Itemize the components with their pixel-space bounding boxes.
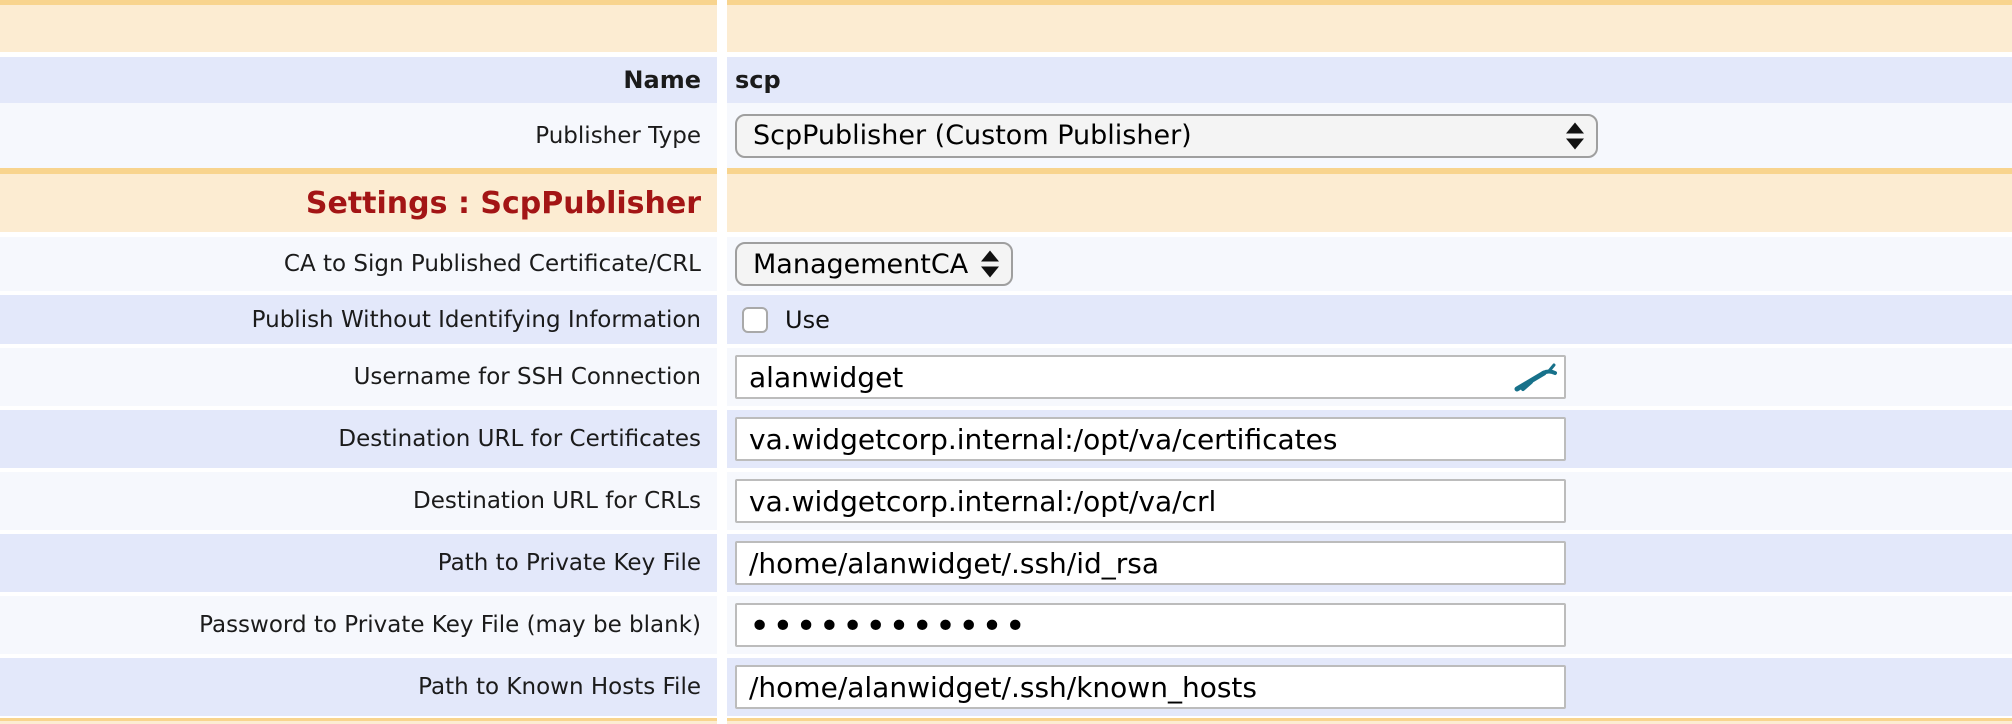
publisher-type-selected-option: ScpPublisher (Custom Publisher): [753, 120, 1192, 151]
anonymize-row: Publish Without Identifying Information …: [0, 295, 2012, 344]
cert-destination-input[interactable]: [735, 417, 1566, 461]
table-footer-band: [0, 718, 2012, 724]
table-footer-band-right: [727, 718, 2012, 724]
crl-destination-input[interactable]: [735, 479, 1566, 523]
private-key-path-row: Path to Private Key File: [0, 534, 2012, 592]
ssh-username-label: Username for SSH Connection: [0, 348, 717, 406]
ssh-username-row: Username for SSH Connection: [0, 348, 2012, 406]
known-hosts-path-input[interactable]: [735, 665, 1566, 709]
ca-sign-row: CA to Sign Published Certificate/CRL Man…: [0, 237, 2012, 291]
private-key-path-label: Path to Private Key File: [0, 534, 717, 592]
publisher-edit-table: Name scp Publisher Type ScpPublisher (Cu…: [0, 0, 2012, 724]
private-key-password-row: Password to Private Key File (may be bla…: [0, 596, 2012, 654]
known-hosts-path-row: Path to Known Hosts File: [0, 658, 2012, 716]
select-spinner-icon: [981, 251, 999, 278]
publisher-type-label: Publisher Type: [0, 103, 717, 168]
select-spinner-icon: [1566, 122, 1584, 149]
known-hosts-path-label: Path to Known Hosts File: [0, 658, 717, 716]
crl-destination-row: Destination URL for CRLs: [0, 472, 2012, 530]
settings-section-heading: Settings : ScpPublisher: [0, 168, 717, 232]
private-key-password-input[interactable]: [735, 603, 1566, 647]
name-label: Name: [0, 57, 717, 103]
publisher-type-select[interactable]: ScpPublisher (Custom Publisher): [735, 114, 1598, 158]
arrow-down-icon: [981, 267, 999, 278]
table-header-band-right: [727, 0, 2012, 52]
use-checkbox-label: Use: [785, 306, 830, 334]
table-header-band-left: [0, 0, 717, 52]
settings-section-band-right: [727, 168, 2012, 232]
ca-sign-select[interactable]: ManagementCA: [735, 242, 1013, 286]
ca-sign-label: CA to Sign Published Certificate/CRL: [0, 237, 717, 291]
arrow-down-icon: [1566, 138, 1584, 149]
cert-destination-label: Destination URL for Certificates: [0, 410, 717, 468]
private-key-password-label: Password to Private Key File (may be bla…: [0, 596, 717, 654]
arrow-up-icon: [1566, 122, 1584, 133]
name-row: Name scp: [0, 57, 2012, 103]
table-footer-band-left: [0, 718, 717, 724]
table-header-band: [0, 0, 2012, 52]
use-checkbox[interactable]: [742, 307, 768, 333]
publisher-type-row: Publisher Type ScpPublisher (Custom Publ…: [0, 103, 2012, 168]
crl-destination-label: Destination URL for CRLs: [0, 472, 717, 530]
arrow-up-icon: [981, 251, 999, 262]
dashlane-autofill-icon[interactable]: [1514, 361, 1558, 393]
settings-section-band: Settings : ScpPublisher: [0, 168, 2012, 232]
ssh-username-input[interactable]: [735, 355, 1566, 399]
ca-sign-selected-option: ManagementCA: [753, 249, 968, 280]
publisher-name-value: scp: [727, 57, 2012, 103]
private-key-path-input[interactable]: [735, 541, 1566, 585]
anonymize-label: Publish Without Identifying Information: [0, 295, 717, 344]
cert-destination-row: Destination URL for Certificates: [0, 410, 2012, 468]
